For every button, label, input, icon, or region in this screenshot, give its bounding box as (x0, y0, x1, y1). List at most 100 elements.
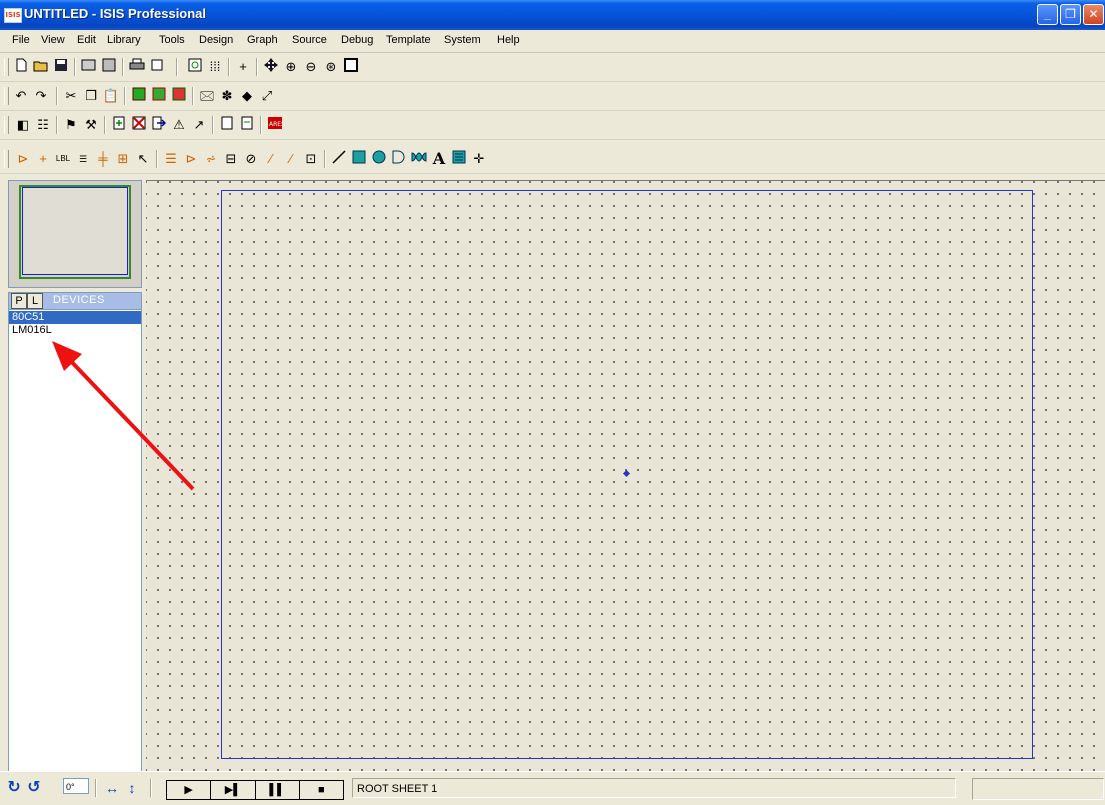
zoom-in-icon[interactable]: ⊕ (282, 58, 300, 76)
exit-to-parent-icon[interactable] (150, 116, 168, 134)
erc-icon[interactable]: ↗ (190, 116, 208, 134)
circle-icon[interactable] (370, 150, 388, 168)
pin-icon[interactable]: ⊳ (182, 150, 200, 168)
block-move-icon[interactable] (150, 87, 168, 105)
box-icon[interactable] (350, 150, 368, 168)
menu-template[interactable]: Template (386, 34, 431, 46)
virtual-instrument-icon[interactable]: ⊡ (302, 150, 320, 168)
close-button[interactable]: ✕ (1083, 4, 1104, 25)
menu-tools[interactable]: Tools (159, 34, 185, 46)
wire-autorouter-icon[interactable]: ◧ (14, 116, 32, 134)
pick-device-icon[interactable]: 🖂 (198, 87, 216, 105)
packaging-icon[interactable]: ◆ (238, 87, 256, 105)
block-rotate-icon[interactable] (170, 87, 188, 105)
menu-help[interactable]: Help (497, 34, 520, 46)
minimize-button[interactable]: _ (1037, 4, 1058, 25)
toolbar-grip[interactable] (4, 116, 9, 134)
bus-icon[interactable]: ╪ (94, 150, 112, 168)
new-sheet-icon[interactable] (110, 116, 128, 134)
text-icon[interactable]: A (430, 150, 448, 168)
block-copy-icon[interactable] (130, 87, 148, 105)
ares-icon[interactable]: ARES (266, 116, 285, 134)
symbol-icon[interactable] (450, 150, 468, 168)
undo-icon[interactable]: ↶ (12, 87, 30, 105)
current-probe-icon[interactable]: ⁄ (282, 150, 300, 168)
generator-icon[interactable]: ⊘ (242, 150, 260, 168)
toolbar-grip[interactable] (4, 58, 9, 76)
mirror-horizontal-button[interactable]: ↔ (102, 777, 122, 799)
maximize-button[interactable]: ❐ (1060, 4, 1081, 25)
tape-recorder-icon[interactable]: ⊟ (222, 150, 240, 168)
menu-library[interactable]: Library (107, 34, 141, 46)
save-icon[interactable] (52, 58, 70, 76)
refresh-icon[interactable] (186, 58, 204, 76)
path-icon[interactable] (410, 150, 428, 168)
schematic-canvas[interactable] (146, 180, 1105, 772)
rotation-field[interactable]: 0° (63, 778, 89, 794)
rotate-anticlockwise-button[interactable]: ↺ (26, 777, 42, 799)
list-item-lm016l[interactable]: LM016L (9, 324, 141, 337)
library-manager-button[interactable]: L (27, 293, 43, 309)
menu-view[interactable]: View (41, 34, 65, 46)
decompose-icon[interactable]: ⤢ (258, 87, 276, 105)
mirror-vertical-button[interactable]: ↕ (124, 777, 140, 799)
menu-edit[interactable]: Edit (77, 34, 96, 46)
bom-icon[interactable]: ⚠ (170, 116, 188, 134)
cut-icon[interactable]: ✂ (62, 87, 80, 105)
pause-button[interactable]: ▌▌ (256, 781, 300, 799)
play-button[interactable]: ▶ (167, 781, 212, 799)
print-area-icon[interactable] (148, 58, 166, 76)
menu-file[interactable]: File (12, 34, 30, 46)
grid-icon[interactable]: ⁞⁞⁞ (206, 58, 224, 76)
menu-source[interactable]: Source (292, 34, 327, 46)
pick-devices-button[interactable]: P (11, 293, 27, 309)
property-assignment-icon[interactable]: ⚑ (62, 116, 80, 134)
netlist-icon[interactable] (218, 116, 236, 134)
paste-icon[interactable]: 📋 (102, 87, 120, 105)
step-button[interactable]: ▶▌ (211, 781, 256, 799)
stop-button[interactable]: ■ (300, 781, 343, 799)
junction-icon[interactable]: + (34, 150, 52, 168)
make-device-icon[interactable]: ✽ (218, 87, 236, 105)
title-bar[interactable]: ISIS UNTITLED - ISIS Professional _ ❐ ✕ (0, 0, 1105, 30)
search-icon[interactable]: ⚒ (82, 116, 100, 134)
netlist-export-icon[interactable] (238, 116, 256, 134)
wire-label-icon[interactable]: LBL (54, 150, 72, 168)
menu-design[interactable]: Design (199, 34, 233, 46)
zoom-all-icon[interactable]: ⊛ (322, 58, 340, 76)
redo-icon[interactable]: ↷ (32, 87, 50, 105)
voltage-probe-icon[interactable]: ⁄ (262, 150, 280, 168)
export-icon[interactable] (100, 58, 118, 76)
toolbar-grip[interactable] (4, 150, 9, 168)
menu-system[interactable]: System (444, 34, 481, 46)
terminal-icon[interactable]: ☰ (162, 150, 180, 168)
menu-graph[interactable]: Graph (247, 34, 278, 46)
pan-icon[interactable] (262, 58, 280, 76)
list-item-80c51[interactable]: 80C51 (9, 311, 141, 324)
import-icon[interactable] (80, 58, 98, 76)
zoom-area-icon[interactable] (342, 58, 360, 76)
open-folder-icon[interactable] (32, 58, 50, 76)
component-icon[interactable]: ⊳ (14, 150, 32, 168)
line-icon[interactable] (330, 150, 348, 168)
print-icon[interactable] (128, 58, 146, 76)
graph-icon[interactable]: ⩫ (202, 150, 220, 168)
origin-icon[interactable]: + (234, 58, 252, 76)
toolbar-file-view: ⁞⁞⁞ + ⊕ ⊖ ⊛ (0, 53, 1105, 82)
overview-window[interactable] (8, 180, 142, 288)
arc-icon[interactable] (390, 150, 408, 168)
zoom-out-icon[interactable]: ⊖ (302, 58, 320, 76)
toolbar-grip[interactable] (4, 87, 9, 105)
copy-icon[interactable]: ❐ (82, 87, 100, 105)
marker-icon[interactable]: ✛ (470, 150, 488, 168)
subcircuit-icon[interactable]: ⊞ (114, 150, 132, 168)
search-tag-icon[interactable]: ☷ (34, 116, 52, 134)
remove-sheet-icon[interactable] (130, 116, 148, 134)
rotate-clockwise-button[interactable]: ↻ (6, 777, 22, 799)
text-script-icon[interactable]: ☰ (74, 150, 92, 168)
new-file-icon[interactable] (12, 58, 30, 76)
isis-app-icon[interactable]: ISIS (4, 8, 22, 23)
device-list[interactable]: 80C51 LM016L (8, 310, 142, 773)
selection-icon[interactable]: ↖ (134, 150, 152, 168)
menu-debug[interactable]: Debug (341, 34, 373, 46)
